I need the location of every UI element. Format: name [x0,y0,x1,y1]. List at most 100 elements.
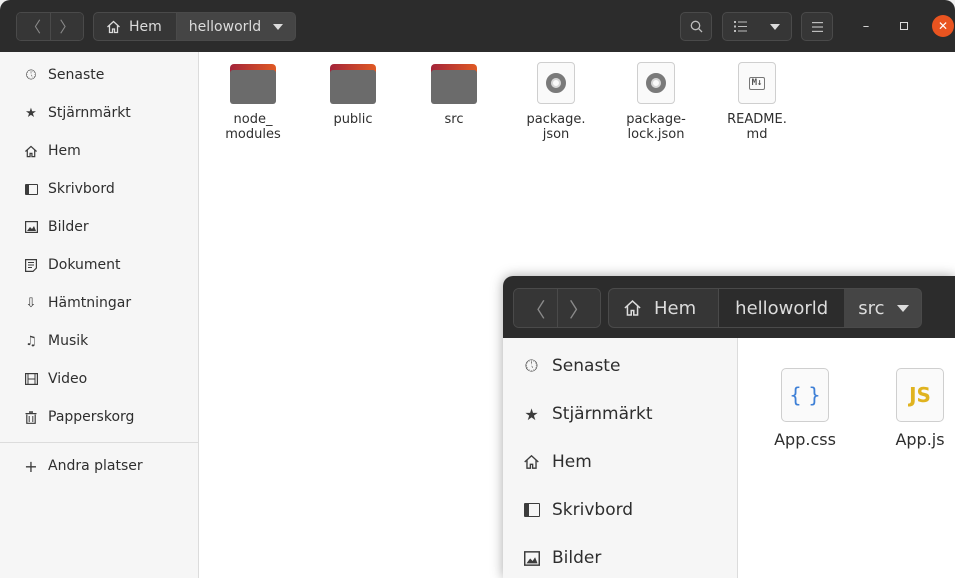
clock-icon: 🕔︎ [525,356,538,375]
json-file-icon [637,62,675,104]
sidebar-item-starred[interactable]: ★ Stjärnmärkt [0,94,198,132]
sidebar-item-label: Senaste [552,356,621,376]
chevron-left-icon: 〈 [25,18,41,36]
hamburger-icon [811,21,823,32]
view-toggle-button[interactable] [722,12,792,41]
sidebar-item-home[interactable]: Hem [503,438,737,486]
sidebar-item-videos[interactable]: Video [0,360,198,398]
desktop-icon [24,182,38,196]
json-file-icon [537,62,575,104]
sidebar-item-label: Senaste [48,67,105,83]
sidebar-item-recent[interactable]: 🕔︎ Senaste [503,342,737,390]
file-item[interactable]: M↓ README. md [707,62,807,142]
star-icon: ★ [524,404,539,424]
plus-icon: + [24,456,38,476]
home-icon [24,144,38,158]
sidebar-item-documents[interactable]: Dokument [0,246,198,284]
path-current-label: helloworld [188,18,262,35]
sidebar-item-pictures[interactable]: Bilder [0,208,198,246]
file-name: App.css [774,430,836,449]
image-icon [523,550,540,567]
file-item[interactable]: src [404,62,504,127]
nav-buttons: 〈 〉 [513,288,601,328]
file-item[interactable]: { } App.css [755,368,855,449]
file-item[interactable]: package- lock.json [606,62,706,142]
file-name: App.js [895,430,945,449]
js-glyph: JS [909,383,931,407]
maximize-icon [900,22,908,30]
folder-icon [431,64,477,104]
file-view: { } App.css JS App.js [738,338,955,578]
sidebar-item-label: Bilder [552,548,602,568]
file-item[interactable]: package. json [506,62,606,142]
path-current-button[interactable]: src [844,288,922,328]
sidebar-item-other-locations[interactable]: + Andra platser [0,447,198,485]
path-bar: Hem helloworld [93,12,297,41]
forward-button[interactable]: 〉 [50,13,83,40]
path-home-button[interactable]: Hem [93,12,177,41]
sidebar-item-starred[interactable]: ★ Stjärnmärkt [503,390,737,438]
file-name: package- lock.json [626,112,686,142]
sidebar-item-label: Bilder [48,219,89,235]
css-file-icon: { } [781,368,829,422]
close-button[interactable]: ✕ [932,15,954,37]
sidebar: 🕔︎ Senaste ★ Stjärnmärkt Hem Skrivbord Bil… [503,338,738,578]
sidebar-item-desktop[interactable]: Skrivbord [503,486,737,534]
chevron-down-icon [896,304,909,312]
file-name: node_ modules [225,112,281,142]
path-current-button[interactable]: helloworld [176,12,297,41]
folder-icon [330,64,376,104]
sidebar-item-label: Video [48,371,88,387]
chevron-down-icon [273,23,284,30]
sidebar-item-desktop[interactable]: Skrivbord [0,170,198,208]
home-icon [624,300,641,316]
sidebar-item-home[interactable]: Hem [0,132,198,170]
chevron-right-icon: 〉 [569,297,589,322]
path-middle-label: helloworld [735,297,829,319]
js-file-icon: JS [896,368,944,422]
path-home-button[interactable]: Hem [608,288,720,328]
back-button[interactable]: 〈 [17,13,50,40]
minimize-button[interactable]: – [855,15,877,37]
list-view-icon [734,21,748,32]
nav-buttons: 〈 〉 [16,12,84,41]
path-helloworld-button[interactable]: helloworld [719,288,845,328]
sidebar-item-music[interactable]: ♫ Musik [0,322,198,360]
close-icon: ✕ [937,19,949,33]
forward-button[interactable]: 〉 [557,289,600,327]
path-home-label: Hem [129,18,162,35]
sidebar-item-label: Papperskorg [48,409,135,425]
clock-icon: 🕔︎ [25,67,37,83]
home-icon [107,20,120,33]
file-item[interactable]: public [303,62,403,127]
sidebar-item-label: Andra platser [48,458,143,474]
file-item[interactable]: node_ modules [203,62,303,142]
sidebar-item-trash[interactable]: Papperskorg [0,398,198,436]
sidebar-item-label: Hem [48,143,81,159]
search-button[interactable] [680,12,712,41]
sidebar: 🕔︎ Senaste ★ Stjärnmärkt Hem Skrivbord Bil… [0,52,199,578]
file-name: package. json [526,112,586,142]
sidebar-item-label: Stjärnmärkt [552,404,653,424]
home-icon [523,454,540,471]
header-bar: 〈 〉 Hem helloworld src [503,276,955,338]
download-icon: ⇩ [25,295,37,311]
sidebar-item-label: Hem [552,452,592,472]
folder-icon [230,64,276,104]
file-name: src [444,112,464,127]
chevron-right-icon: 〉 [59,18,75,36]
maximize-button[interactable] [893,15,915,37]
menu-button[interactable] [801,12,833,41]
path-home-label: Hem [654,297,697,319]
path-bar: Hem helloworld src [608,288,922,328]
star-icon: ★ [25,105,37,121]
sidebar-item-pictures[interactable]: Bilder [503,534,737,578]
chevron-left-icon: 〈 [525,297,546,322]
sidebar-item-downloads[interactable]: ⇩ Hämtningar [0,284,198,322]
sidebar-item-label: Stjärnmärkt [48,105,131,121]
sidebar-item-recent[interactable]: 🕔︎ Senaste [0,56,198,94]
back-button[interactable]: 〈 [514,289,557,327]
desktop-icon [523,502,540,519]
file-item[interactable]: JS App.js [870,368,955,449]
sidebar-item-label: Musik [48,333,89,349]
